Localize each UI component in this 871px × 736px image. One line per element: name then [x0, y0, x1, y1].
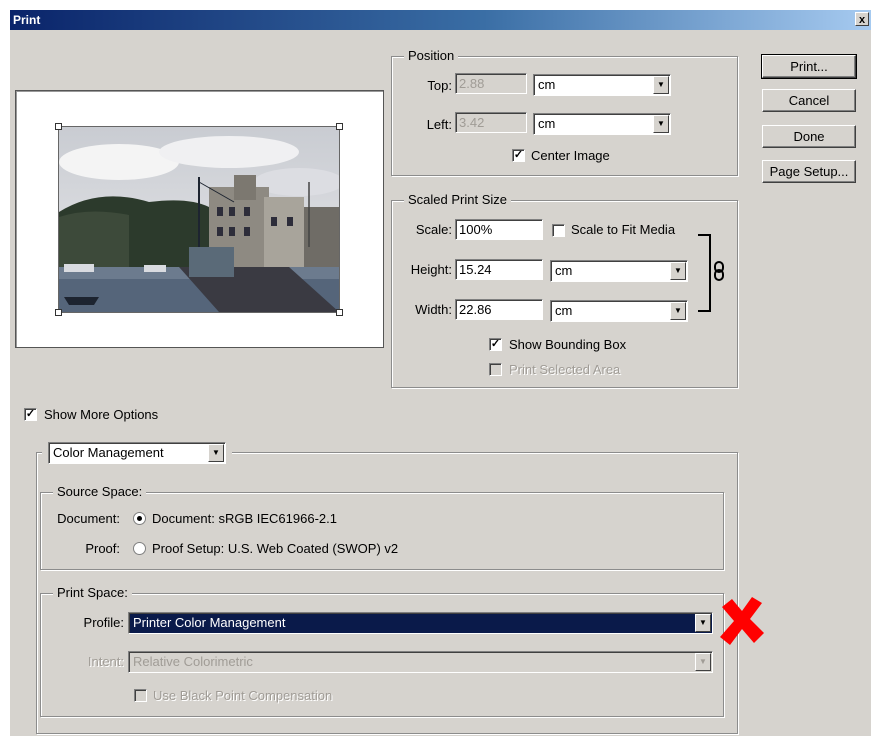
chevron-down-icon[interactable]: ▼: [653, 115, 669, 133]
profile-select[interactable]: Printer Color Management ▼: [128, 612, 713, 634]
show-bounding-box-checkbox[interactable]: ✓: [489, 338, 502, 351]
harbour-photo: [59, 127, 339, 312]
chevron-down-icon[interactable]: ▼: [670, 302, 686, 320]
window-title: Print: [13, 13, 41, 27]
document-option-label: Document: sRGB IEC61966-2.1: [152, 511, 337, 526]
top-input[interactable]: 2.88: [455, 73, 527, 94]
black-point-compensation-checkbox[interactable]: [134, 689, 147, 702]
intent-label: Intent:: [87, 654, 124, 669]
height-unit-value: cm: [555, 263, 573, 278]
chevron-down-icon[interactable]: ▼: [695, 653, 711, 671]
center-image-label: Center Image: [531, 148, 610, 163]
preview-image[interactable]: [58, 126, 340, 313]
resize-handle-bottom-left[interactable]: [55, 309, 62, 316]
red-x-mark-icon: [718, 595, 768, 647]
intent-select[interactable]: Relative Colorimetric ▼: [128, 651, 713, 673]
left-input[interactable]: 3.42: [455, 112, 527, 133]
chevron-down-icon[interactable]: ▼: [695, 614, 711, 632]
title-bar: Print x: [10, 10, 871, 30]
done-button[interactable]: Done: [762, 125, 856, 148]
top-unit-value: cm: [538, 77, 556, 92]
show-bounding-box-label: Show Bounding Box: [509, 337, 627, 352]
width-unit-value: cm: [555, 303, 573, 318]
width-input[interactable]: 22.86: [455, 299, 543, 320]
resize-handle-top-left[interactable]: [55, 123, 62, 130]
left-unit-value: cm: [538, 116, 556, 131]
profile-label: Profile:: [83, 615, 124, 630]
options-type-select[interactable]: Color Management ▼: [48, 442, 226, 464]
chain-link-icon[interactable]: [712, 260, 726, 282]
source-space-legend: Source Space:: [53, 484, 147, 499]
print-preview: [15, 90, 384, 348]
width-label: Width:: [415, 302, 452, 317]
options-type-value: Color Management: [53, 445, 164, 460]
black-point-compensation-label: Use Black Point Compensation: [153, 688, 333, 703]
intent-value: Relative Colorimetric: [133, 654, 253, 669]
document-radio[interactable]: [133, 512, 146, 525]
close-icon: x: [858, 14, 866, 26]
width-unit-select[interactable]: cm ▼: [550, 300, 688, 322]
profile-value: Printer Color Management: [133, 615, 286, 630]
link-bracket: [698, 234, 711, 312]
scaled-legend: Scaled Print Size: [404, 192, 511, 207]
scale-to-fit-label: Scale to Fit Media: [571, 222, 676, 237]
center-image-checkbox[interactable]: ✓: [512, 149, 525, 162]
chevron-down-icon[interactable]: ▼: [653, 76, 669, 94]
scale-input[interactable]: 100%: [455, 219, 543, 240]
show-more-options-label: Show More Options: [44, 407, 159, 422]
chevron-down-icon[interactable]: ▼: [208, 444, 224, 462]
top-label: Top:: [427, 78, 452, 93]
page-setup-button[interactable]: Page Setup...: [762, 160, 856, 183]
height-input[interactable]: 15.24: [455, 259, 543, 280]
source-space-group: [40, 492, 724, 570]
cancel-button[interactable]: Cancel: [762, 89, 856, 112]
proof-radio[interactable]: [133, 542, 146, 555]
proof-option-label: Proof Setup: U.S. Web Coated (SWOP) v2: [152, 541, 399, 556]
source-document-label: Document:: [57, 511, 120, 526]
left-unit-select[interactable]: cm ▼: [533, 113, 671, 135]
chevron-down-icon[interactable]: ▼: [670, 262, 686, 280]
print-selected-area-checkbox[interactable]: [489, 363, 502, 376]
print-button[interactable]: Print...: [761, 54, 857, 79]
print-dialog: Print x Position Top: 2.88 cm ▼ Left: 3.…: [10, 10, 871, 736]
resize-handle-bottom-right[interactable]: [336, 309, 343, 316]
left-label: Left:: [426, 117, 452, 132]
close-button[interactable]: x: [855, 12, 869, 26]
resize-handle-top-right[interactable]: [336, 123, 343, 130]
show-more-options-checkbox[interactable]: ✓: [24, 408, 37, 421]
height-label: Height:: [410, 262, 452, 277]
position-legend: Position: [404, 48, 459, 63]
top-unit-select[interactable]: cm ▼: [533, 74, 671, 96]
scale-label: Scale:: [415, 222, 452, 237]
print-selected-area-label: Print Selected Area: [509, 362, 621, 377]
height-unit-select[interactable]: cm ▼: [550, 260, 688, 282]
source-proof-label: Proof:: [85, 541, 120, 556]
scale-to-fit-checkbox[interactable]: [552, 224, 565, 237]
print-space-legend: Print Space:: [53, 585, 132, 600]
